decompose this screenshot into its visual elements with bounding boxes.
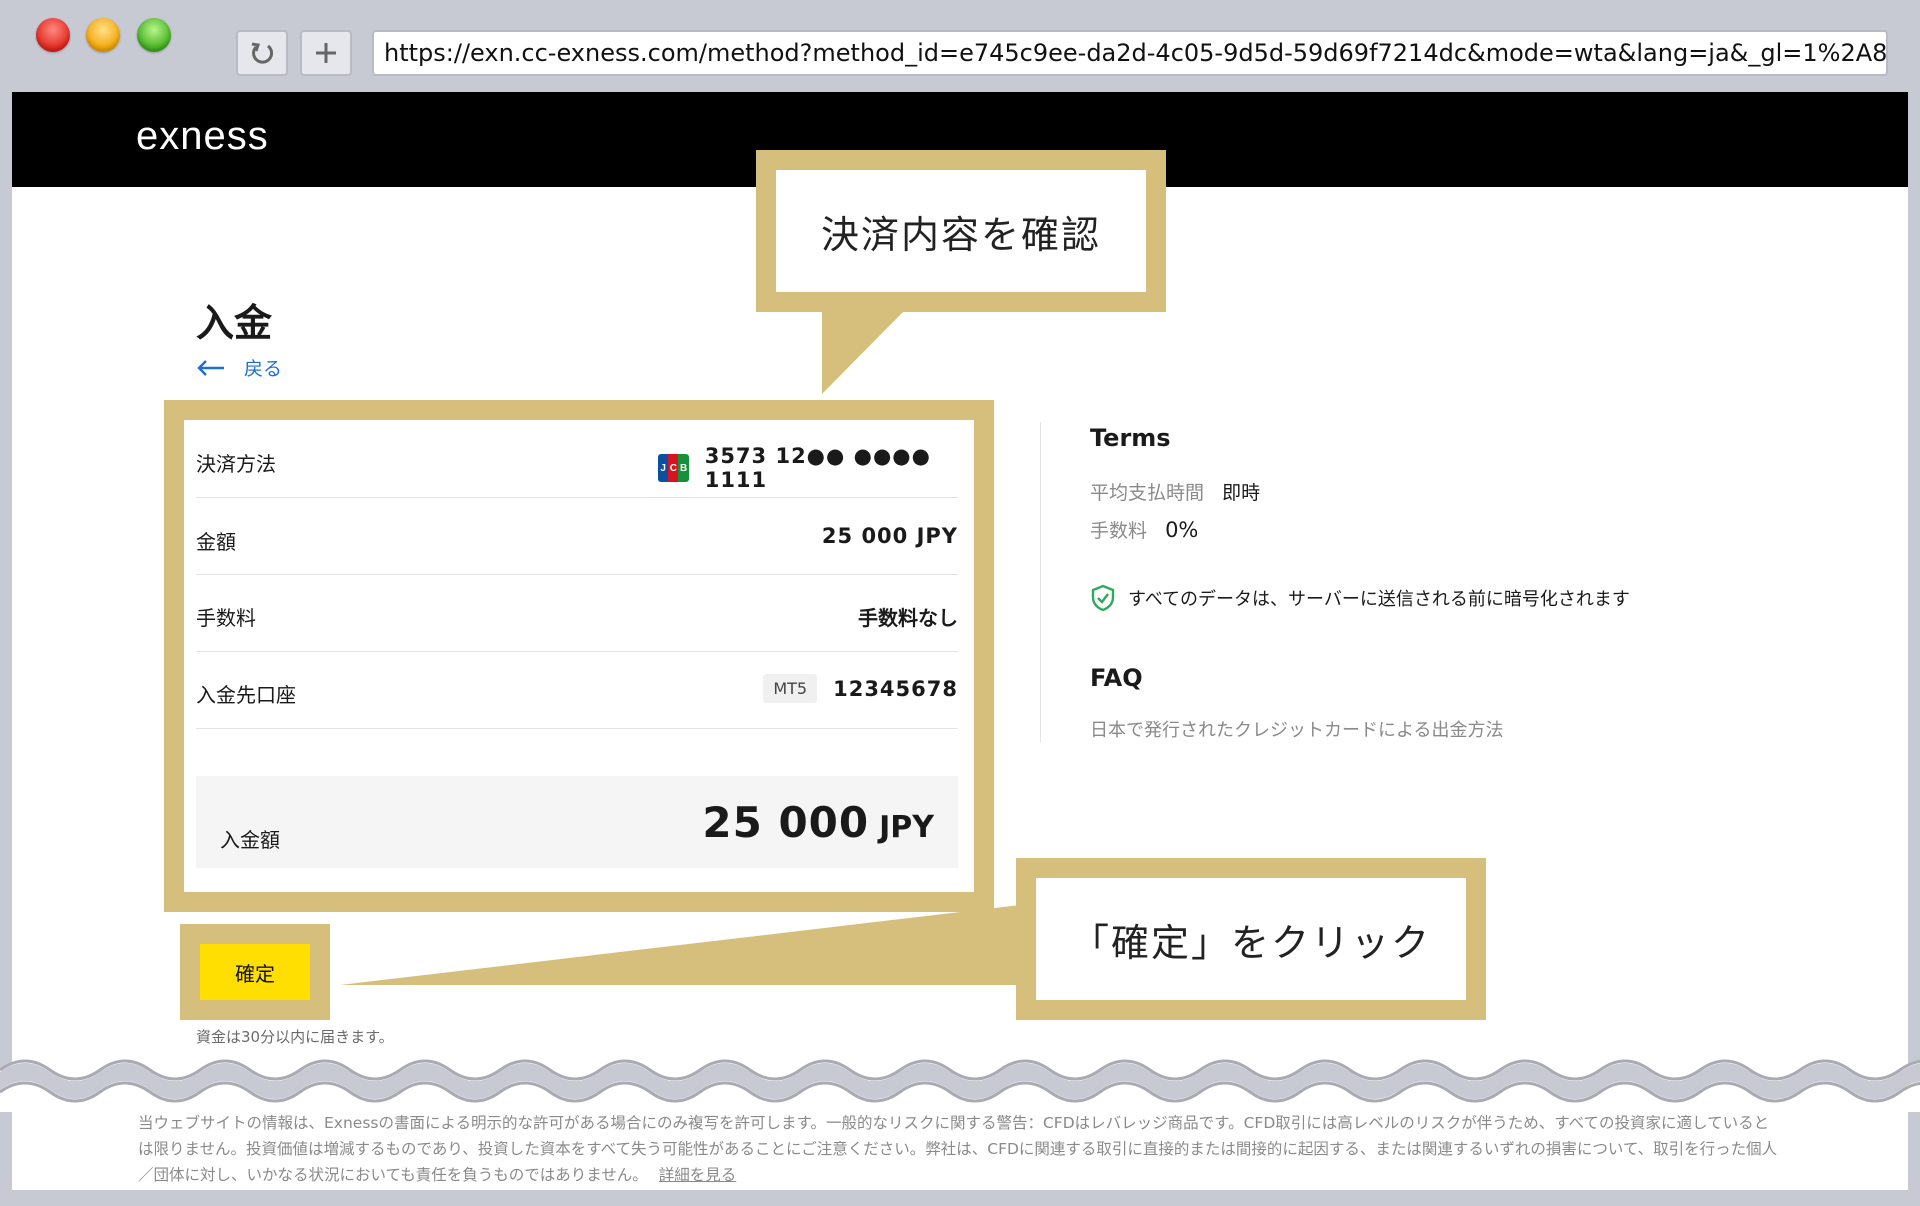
page-title: 入金 <box>196 301 273 345</box>
faq-title: FAQ <box>1090 664 1143 692</box>
address-bar[interactable]: https://exn.cc-exness.com/method?method_… <box>372 30 1888 76</box>
wavy-cut-separator <box>0 1059 1920 1112</box>
arrow-left-icon <box>197 359 224 376</box>
total-currency: JPY <box>879 810 934 845</box>
terms-row: 平均支払時間 即時 <box>1090 478 1260 505</box>
plus-icon <box>316 43 336 63</box>
total-panel: 入金額 25 000 JPY <box>196 776 958 868</box>
click-callout: 「確定」をクリック <box>1016 858 1486 1020</box>
security-note: すべてのデータは、サーバーに送信される前に暗号化されます <box>1090 584 1630 612</box>
row-divider <box>196 497 958 498</box>
row-divider <box>196 651 958 652</box>
summary-value-amount: 25 000 JPY <box>821 524 958 548</box>
back-link[interactable]: 戻る <box>196 354 282 381</box>
jcb-card-icon: J C B <box>658 454 689 482</box>
platform-badge: MT5 <box>763 674 818 703</box>
security-note-text: すべてのデータは、サーバーに送信される前に暗号化されます <box>1128 589 1630 610</box>
footer-disclaimer: 当ウェブサイトの情報は、Exnessの書面による明示的な許可がある場合にのみ複写… <box>138 1110 1778 1188</box>
column-divider <box>1040 422 1041 742</box>
terms-value: 0% <box>1165 518 1199 542</box>
summary-value-account: MT5 12345678 <box>658 674 958 703</box>
summary-label-method: 決済方法 <box>196 452 276 476</box>
total-label: 入金額 <box>220 828 280 852</box>
terms-label: 手数料 <box>1090 520 1148 542</box>
terms-value: 即時 <box>1222 482 1261 504</box>
footer-details-link[interactable]: 詳細を見る <box>659 1166 737 1184</box>
summary-label-amount: 金額 <box>196 530 236 554</box>
review-callout: 決済内容を確認 <box>756 150 1166 312</box>
account-number: 12345678 <box>833 676 958 701</box>
shield-check-icon <box>1091 584 1115 612</box>
maximize-window-icon[interactable] <box>137 18 171 52</box>
reload-button[interactable] <box>236 30 288 76</box>
review-callout-text: 決済内容を確認 <box>820 212 1101 257</box>
summary-label-fee: 手数料 <box>196 606 256 630</box>
close-window-icon[interactable] <box>36 18 70 52</box>
minimize-window-icon[interactable] <box>86 18 120 52</box>
summary-label-account: 入金先口座 <box>196 683 296 707</box>
terms-row: 手数料 0% <box>1090 516 1198 543</box>
back-label: 戻る <box>244 358 283 380</box>
row-divider <box>196 728 958 729</box>
terms-label: 平均支払時間 <box>1090 482 1205 504</box>
row-divider <box>196 574 958 575</box>
terms-title: Terms <box>1090 424 1171 452</box>
exness-logo[interactable]: exness <box>136 114 269 159</box>
click-callout-text: 「確定」をクリック <box>1070 920 1431 965</box>
review-callout-body: 決済内容を確認 <box>776 170 1146 292</box>
masked-card-number: 3573 12●● ●●●● 1111 <box>704 444 931 492</box>
total-amount: 25 000 <box>702 798 870 847</box>
click-callout-body: 「確定」をクリック <box>1036 878 1466 1000</box>
faq-link[interactable]: 日本で発行されたクレジットカードによる出金方法 <box>1090 716 1503 742</box>
footer-disclaimer-text: 当ウェブサイトの情報は、Exnessの書面による明示的な許可がある場合にのみ複写… <box>138 1114 1778 1184</box>
reload-icon <box>251 42 273 64</box>
summary-value-fee: 手数料なし <box>858 606 958 630</box>
new-tab-button[interactable] <box>300 30 352 76</box>
total-amount-group: 25 000 JPY <box>702 798 934 847</box>
confirm-button[interactable]: 確定 <box>200 944 310 1000</box>
summary-value-method: J C B 3573 12●● ●●●● 1111 <box>658 444 958 492</box>
